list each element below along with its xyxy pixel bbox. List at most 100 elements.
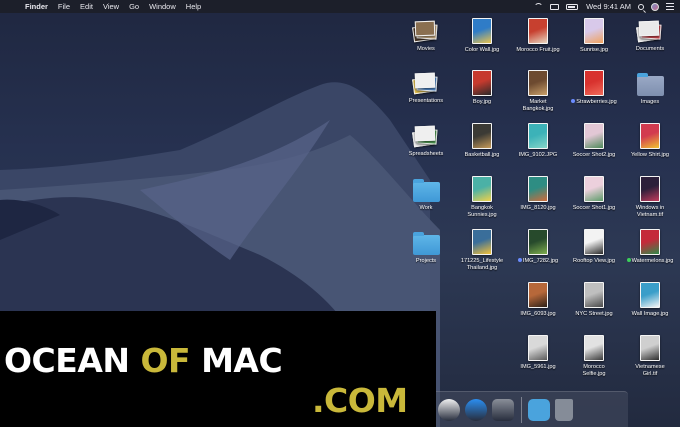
itunes-icon[interactable] (438, 398, 460, 421)
desktop-icon-label: Morocco Fruit.jpg (509, 47, 567, 54)
desktop-icon-soccer-shot2-jpg[interactable]: Soccer Shot2.jpg (567, 123, 621, 159)
desktop-icon-bangkok-sunnies-jpg[interactable]: Bangkok Sunnies.jpg (455, 176, 509, 219)
desktop-icon-morocco-selfie-jpg[interactable]: Morocco Selfie.jpg (567, 335, 621, 378)
desktop-icon-label: 171225_Lifestyle Thailand.jpg (453, 258, 511, 272)
desktop-icon-img-8120-jpg[interactable]: IMG_8120.jpg (511, 176, 565, 212)
folder-icon (412, 232, 440, 255)
desktop-icon-label-text: Projects (415, 258, 437, 264)
desktop-icon-label-text: IMG_5961.jpg (520, 364, 556, 370)
desktop-icon-img-6093-jpg[interactable]: IMG_6093.jpg (511, 282, 565, 318)
tag-dot-icon (626, 258, 631, 262)
photo-thumbnail-icon (640, 335, 660, 361)
battery-icon[interactable] (566, 3, 579, 10)
dock-separator (521, 396, 522, 423)
desktop-icon-label-text: Yellow Shirt.jpg (630, 152, 670, 158)
photo-thumbnail-icon (584, 335, 604, 361)
trash-icon[interactable] (555, 398, 573, 421)
photo-thumbnail-icon (472, 229, 492, 255)
desktop-icon-label: Spreadsheets (397, 151, 455, 158)
images-folder-icon (636, 73, 664, 96)
menu-view[interactable]: View (103, 2, 119, 11)
desktop-icon-label-text: Windows in Vietnam.tif (635, 205, 665, 218)
desktop-icon-label: Vietnamese Girl.tif (621, 364, 679, 378)
desktop-icon-label-text: Images (640, 99, 660, 105)
desktop-icon-171225-lifestyle-thailand-jpg[interactable]: 171225_Lifestyle Thailand.jpg (455, 229, 509, 272)
menu-edit[interactable]: Edit (80, 2, 93, 11)
desktop-icon-documents[interactable]: Documents (623, 18, 677, 53)
airplay-icon[interactable] (550, 3, 560, 10)
menu-file[interactable]: File (58, 2, 70, 11)
user-avatar-icon[interactable] (651, 2, 659, 11)
desktop-icon-label-text: IMG_8120.jpg (520, 205, 556, 211)
desktop-icon-label-text: IMG_7282.jpg (522, 258, 559, 264)
desktop-icon-label: Windows in Vietnam.tif (621, 205, 679, 219)
desktop-icon-img-7282-jpg[interactable]: IMG_7282.jpg (511, 229, 565, 265)
desktop-icon-label: IMG_5961.jpg (509, 364, 567, 371)
desktop-icon-nyc-street-jpg[interactable]: NYC Street.jpg (567, 282, 621, 318)
desktop-icon-color-wall-jpg[interactable]: Color Wall.jpg (455, 18, 509, 54)
wifi-icon[interactable] (534, 3, 544, 10)
menu-bar-clock[interactable]: Wed 9:41 AM (586, 2, 631, 11)
desktop-icon-label-text: Color Wall.jpg (464, 47, 500, 53)
desktop-icon-label: Projects (397, 258, 455, 265)
photo-thumbnail-icon (528, 282, 548, 308)
desktop-icon-spreadsheets[interactable]: Spreadsheets (399, 123, 453, 158)
desktop-icon-label-text: IMG_9102.JPG (518, 152, 558, 158)
desktop-icon-projects[interactable]: Projects (399, 229, 453, 265)
watermark-word-of: OF (140, 341, 191, 380)
photo-thumbnail-icon (584, 229, 604, 255)
photo-thumbnail-icon (472, 176, 492, 202)
menu-window[interactable]: Window (149, 2, 176, 11)
desktop-icon-label: IMG_8120.jpg (509, 205, 567, 212)
menu-go[interactable]: Go (129, 2, 139, 11)
desktop-icon-strawberries-jpg[interactable]: Strawberries.jpg (567, 70, 621, 106)
downloads-folder-icon[interactable] (528, 398, 550, 421)
photo-thumbnail-icon (528, 70, 548, 96)
desktop-icon-windows-in-vietnam-tif[interactable]: Windows in Vietnam.tif (623, 176, 677, 219)
desktop-icon-soccer-shot1-jpg[interactable]: Soccer Shot1.jpg (567, 176, 621, 212)
desktop-icon-label: Yellow Shirt.jpg (621, 152, 679, 159)
desktop-icon-yellow-shirt-jpg[interactable]: Yellow Shirt.jpg (623, 123, 677, 159)
desktop-icon-sunrise-jpg[interactable]: Sunrise.jpg (567, 18, 621, 54)
desktop-icon-images[interactable]: Images (623, 70, 677, 106)
menu-finder[interactable]: Finder (25, 2, 48, 11)
media-stack-icon (412, 20, 439, 43)
desktop-icon-label-text: Rooftop View.jpg (573, 258, 615, 264)
desktop-icon-label: Documents (621, 46, 679, 53)
photo-thumbnail-icon (640, 123, 660, 149)
desktop-icon-label-text: Spreadsheets (408, 151, 444, 157)
desktop-icon-presentations[interactable]: Presentations (399, 70, 453, 105)
desktop-icon-label-text: Documents (635, 46, 665, 52)
watermark-word-mac: MAC (201, 341, 283, 380)
menu-help[interactable]: Help (186, 2, 201, 11)
desktop-icon-label-text: Presentations (408, 98, 444, 104)
desktop-icon-watermelons-jpg[interactable]: Watermelons.jpg (623, 229, 677, 265)
desktop-icon-market-bangkok-jpg[interactable]: Market Bangkok.jpg (511, 70, 565, 113)
desktop-icon-label-text: 171225_Lifestyle Thailand.jpg (460, 258, 504, 271)
system-preferences-icon[interactable] (492, 398, 514, 421)
notification-center-icon[interactable] (666, 3, 674, 10)
desktop-icon-label: Morocco Selfie.jpg (565, 364, 623, 378)
desktop-icon-wall-image-jpg[interactable]: Wall Image.jpg (623, 282, 677, 318)
app-store-icon[interactable] (465, 398, 487, 421)
desktop-icon-work[interactable]: Work (399, 176, 453, 212)
photo-thumbnail-icon (528, 176, 548, 202)
photo-thumbnail-icon (528, 229, 548, 255)
desktop-icon-label: Images (621, 99, 679, 106)
desktop-icon-vietnamese-girl-tif[interactable]: Vietnamese Girl.tif (623, 335, 677, 378)
desktop-icon-rooftop-view-jpg[interactable]: Rooftop View.jpg (567, 229, 621, 265)
desktop-icon-movies[interactable]: Movies (399, 18, 453, 53)
desktop-icon-boy-jpg[interactable]: Boy.jpg (455, 70, 509, 106)
desktop-icon-img-9102-jpg[interactable]: IMG_9102.JPG (511, 123, 565, 159)
desktop-icon-basketball-jpg[interactable]: Basketball.jpg (455, 123, 509, 159)
desktop-icon-label: Work (397, 205, 455, 212)
desktop-icon-label: Movies (397, 46, 455, 53)
document-stack-icon (636, 20, 663, 43)
desktop-icon-img-5961-jpg[interactable]: IMG_5961.jpg (511, 335, 565, 371)
desktop-icon-label: Basketball.jpg (453, 152, 511, 159)
spotlight-search-icon[interactable] (638, 3, 644, 10)
photo-thumbnail-icon (584, 18, 604, 44)
desktop-icon-label-text: NYC Street.jpg (575, 311, 613, 317)
desktop-icon-label: IMG_6093.jpg (509, 311, 567, 318)
desktop-icon-morocco-fruit-jpg[interactable]: Morocco Fruit.jpg (511, 18, 565, 54)
